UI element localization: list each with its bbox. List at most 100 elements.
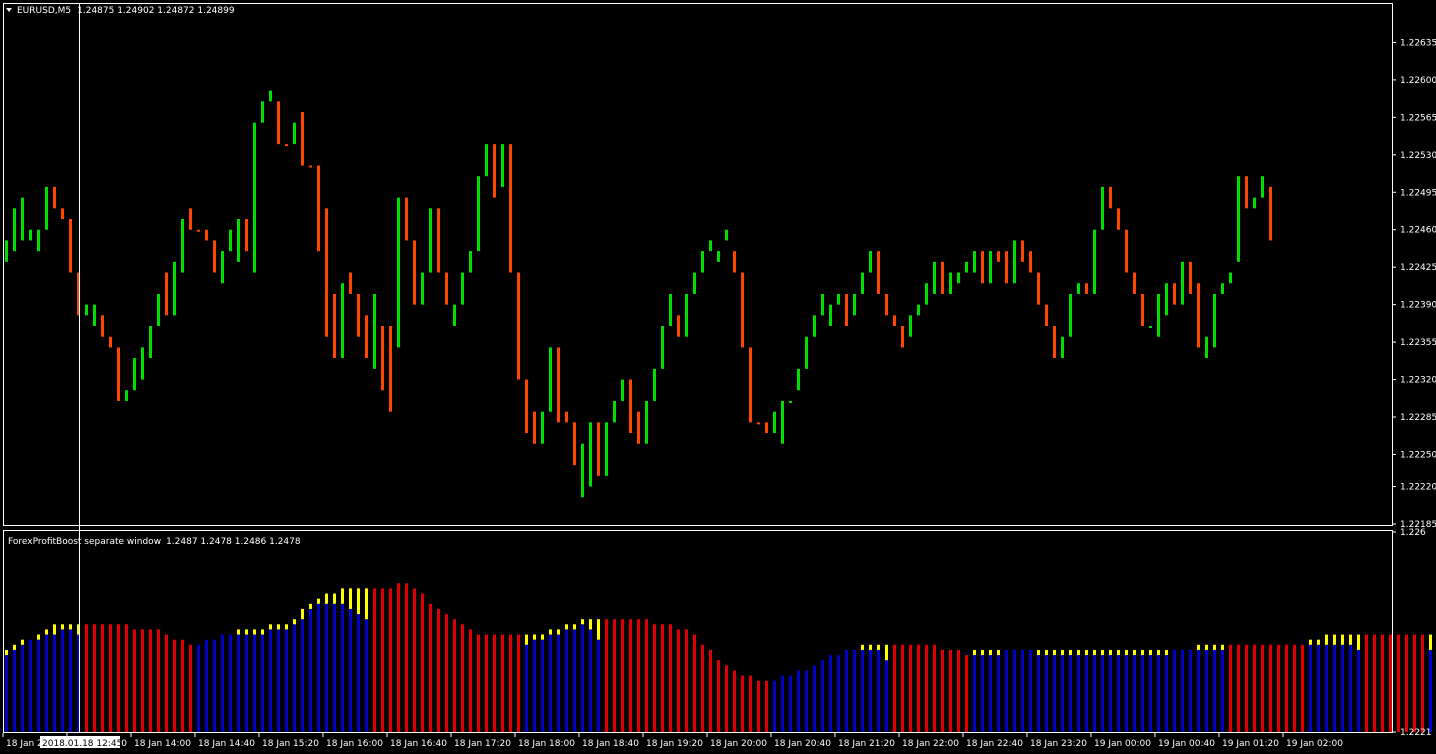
price-bar: [541, 411, 544, 444]
indicator-bar-cap: [1101, 649, 1104, 656]
indicator-bar: [1229, 644, 1232, 732]
indicator-bar: [869, 649, 872, 732]
indicator-bar: [461, 624, 464, 732]
price-bar: [397, 197, 400, 348]
indicator-bar-cap: [253, 629, 256, 635]
indicator-bar: [1101, 655, 1104, 732]
price-bar: [1245, 176, 1248, 209]
indicator-bar: [989, 655, 992, 732]
indicator-bar: [901, 644, 904, 732]
indicator-bar: [1045, 655, 1048, 732]
price-bar: [933, 261, 936, 294]
indicator-bar: [365, 619, 368, 732]
indicator-bar-cap: [1069, 649, 1072, 656]
indicator-bar-cap: [325, 593, 328, 604]
indicator-bar: [1205, 649, 1208, 732]
indicator-bar-cap: [1141, 649, 1144, 656]
time-tick-label: 18 Jan 17:20: [454, 739, 511, 749]
indicator-bar: [917, 644, 920, 732]
indicator-bar: [1013, 649, 1016, 732]
indicator-tick-label: 1.2221: [1400, 728, 1432, 738]
indicator-bar: [149, 629, 152, 732]
indicator-bar: [1397, 634, 1400, 732]
indicator-bar-cap: [861, 644, 864, 650]
indicator-bar: [1277, 644, 1280, 732]
price-tick-label: 1.22220: [1400, 483, 1436, 493]
indicator-bar: [1005, 649, 1008, 732]
price-tick-label: 1.22600: [1400, 76, 1436, 86]
indicator-bar: [349, 608, 352, 732]
indicator-bar: [453, 619, 456, 732]
indicator-bar-cap: [357, 588, 360, 615]
price-bar: [229, 229, 232, 252]
indicator-bar: [21, 644, 24, 732]
price-bar: [565, 411, 568, 423]
price-bar: [13, 208, 16, 252]
price-bar: [741, 272, 744, 348]
indicator-bar-cap: [341, 588, 344, 604]
indicator-bar: [949, 649, 952, 732]
indicator-bar-cap: [1061, 649, 1064, 656]
indicator-bar: [805, 670, 808, 732]
indicator-bar: [221, 634, 224, 732]
price-bar: [1013, 240, 1016, 284]
indicator-bar: [1077, 655, 1080, 732]
price-bar: [981, 251, 984, 284]
indicator-bar: [157, 629, 160, 732]
indicator-bar-cap: [269, 624, 272, 630]
price-bar: [885, 293, 888, 316]
indicator-bar: [13, 649, 16, 732]
price-bar: [1021, 240, 1024, 262]
price-bar: [1005, 251, 1008, 284]
indicator-bar: [141, 629, 144, 732]
indicator-bar-cap: [1213, 644, 1216, 650]
dropdown-triangle-icon[interactable]: [6, 8, 12, 12]
price-bar: [1069, 293, 1072, 337]
indicator-bar: [1253, 644, 1256, 732]
price-bar: [341, 283, 344, 359]
indicator-bar-cap: [365, 588, 368, 620]
indicator-bar: [693, 634, 696, 732]
indicator-bar: [893, 644, 896, 732]
price-bar: [269, 90, 272, 102]
indicator-bar-cap: [549, 629, 552, 635]
indicator-bar-cap: [21, 639, 24, 645]
price-bar: [861, 272, 864, 294]
price-bar: [1205, 336, 1208, 359]
indicator-bar: [1021, 649, 1024, 732]
price-bar: [613, 400, 616, 423]
price-bar: [149, 326, 152, 359]
price-bar: [293, 122, 296, 145]
time-tick-label: 18 Jan 19:20: [646, 739, 703, 749]
indicator-bar: [1165, 655, 1168, 732]
price-bar: [533, 411, 536, 444]
price-bar: [917, 304, 920, 316]
indicator-bar: [309, 608, 312, 732]
indicator-bar: [1269, 644, 1272, 732]
price-bar: [525, 379, 528, 434]
indicator-bar-cap: [317, 598, 320, 604]
indicator-bar-cap: [573, 624, 576, 630]
indicator-bar-cap: [349, 588, 352, 609]
indicator-bar: [1125, 655, 1128, 732]
indicator-bar: [405, 583, 408, 732]
price-tick-label: 1.22250: [1400, 450, 1436, 460]
indicator-bar: [725, 665, 728, 732]
price-bar: [717, 251, 720, 262]
price-bar: [189, 208, 192, 230]
indicator-bar: [885, 660, 888, 732]
cursor-time-label: 2018.01.18 12:45: [42, 739, 122, 749]
indicator-bar: [1261, 644, 1264, 732]
price-bar: [165, 272, 168, 316]
indicator-bar: [389, 588, 392, 732]
indicator-bar-cap: [1149, 649, 1152, 656]
price-bar: [509, 144, 512, 273]
price-tick-label: 1.22530: [1400, 151, 1436, 161]
price-bar: [1141, 293, 1144, 327]
price-bar: [1165, 283, 1168, 316]
price-bar: [557, 347, 560, 423]
indicator-bar: [1285, 644, 1288, 732]
price-bar: [501, 144, 504, 187]
indicator-bar: [1085, 655, 1088, 732]
indicator-bar: [245, 634, 248, 732]
